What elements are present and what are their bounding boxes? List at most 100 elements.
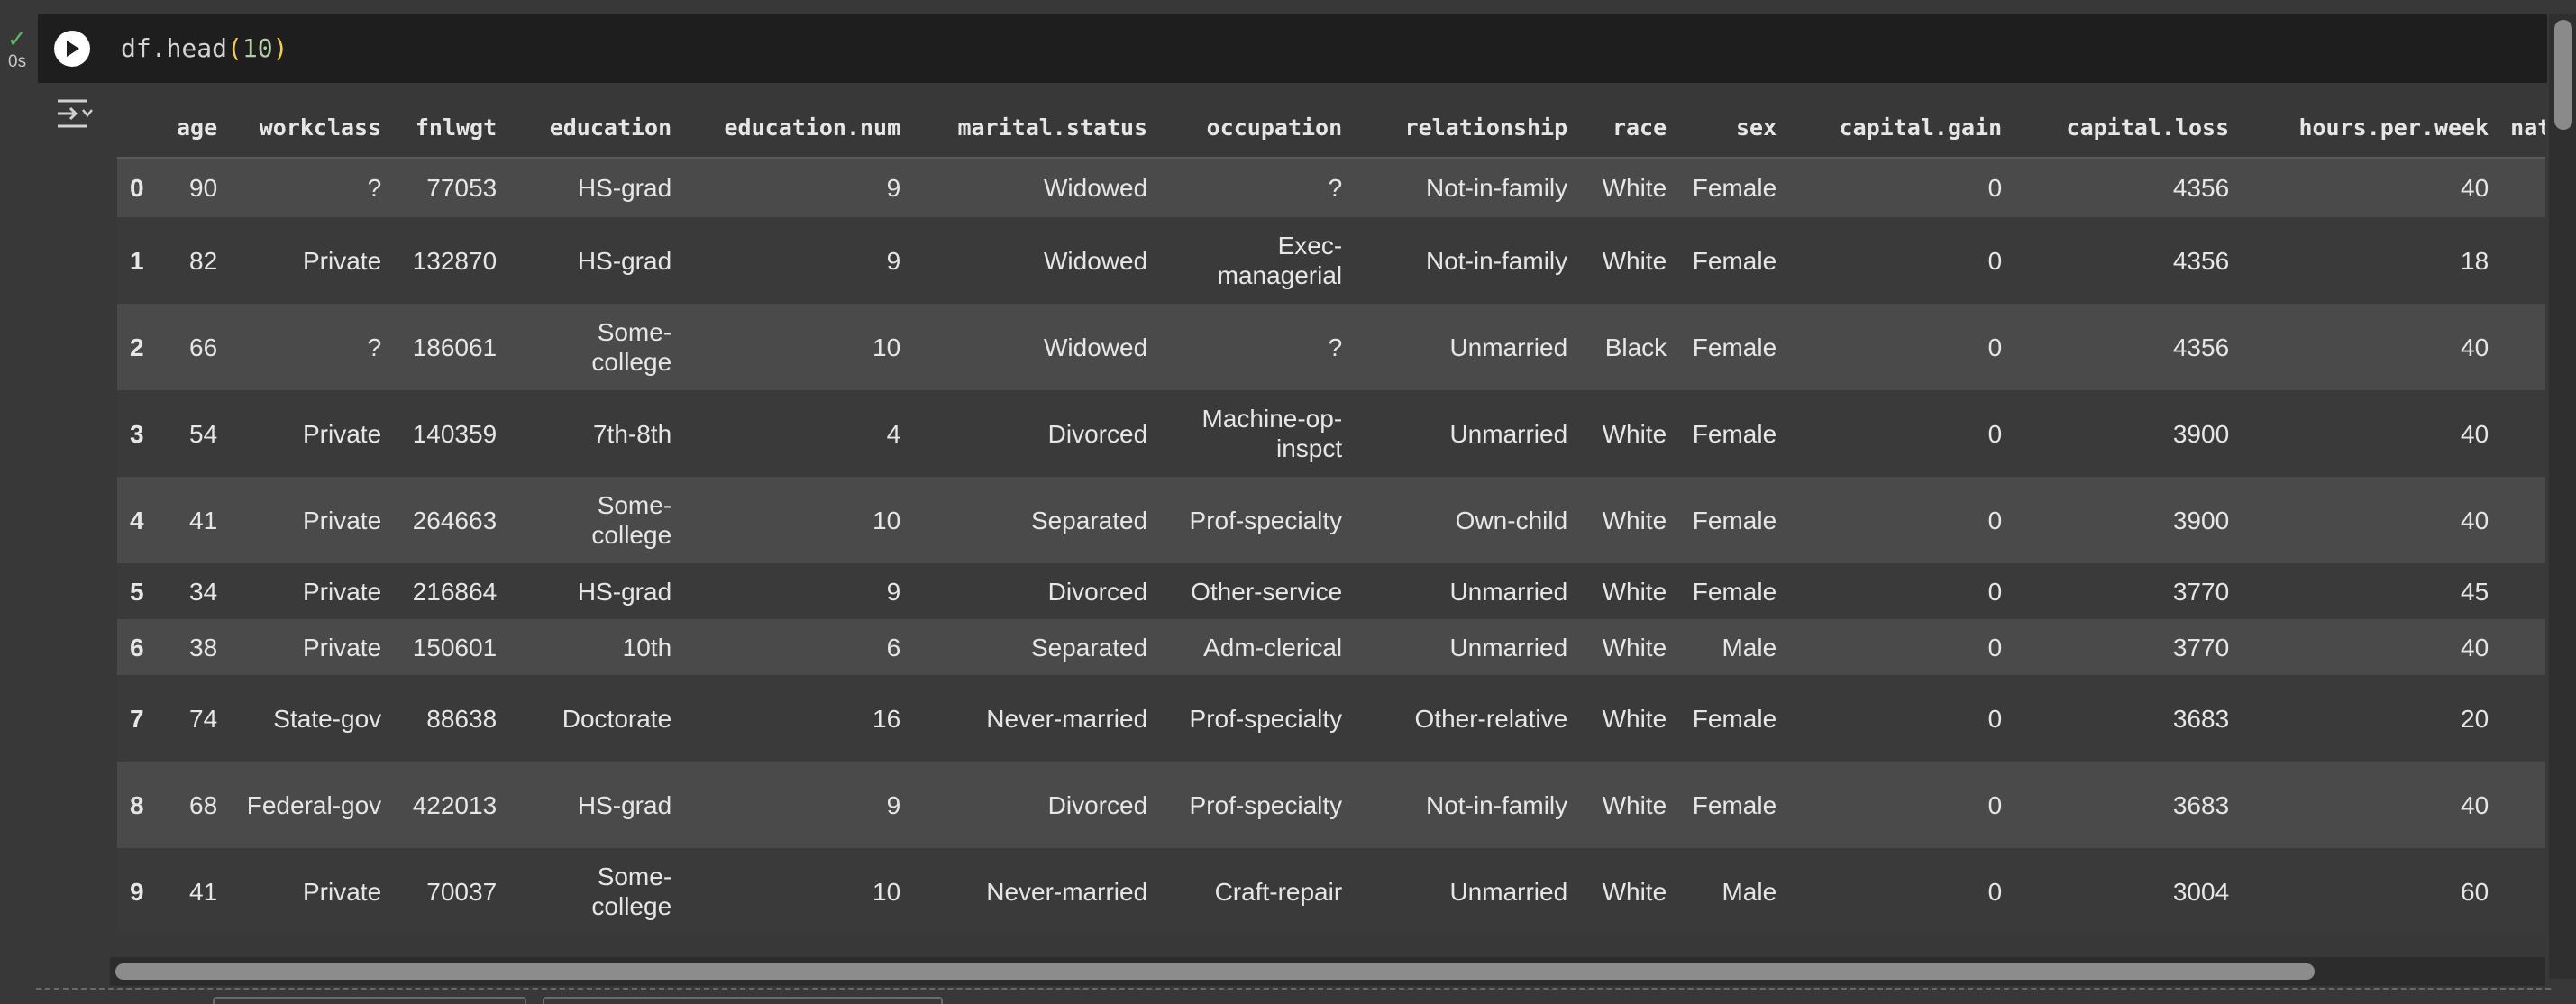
table-cell: 0 — [1787, 390, 2014, 477]
table-cell: 0 — [1787, 217, 2014, 304]
table-cell: 6 — [682, 619, 912, 675]
table-cell: 16 — [682, 675, 912, 762]
table-row: 7 74 State-gov 88638 Doctorate 16 Never-marrie… — [117, 675, 2545, 762]
table-cell: Other-service — [1158, 563, 1354, 619]
table-row: 5 34 Private 216864 HS-grad 9 Divorced Other-se… — [117, 563, 2545, 619]
table-cell: 4356 — [2013, 304, 2241, 390]
table-cell: 0 — [1787, 675, 2014, 762]
table-cell: Prof-specialty — [1158, 477, 1354, 563]
row-index: 1 — [117, 217, 166, 304]
column-header-native-count: native.count — [2499, 97, 2545, 159]
table-cell: Craft-repair — [1158, 848, 1354, 935]
code-editor[interactable]: df.head(10) — [121, 32, 288, 65]
table-cell: Some-college — [507, 477, 683, 563]
table-cell: ? — [228, 304, 393, 390]
table-cell: Some-college — [507, 848, 683, 935]
run-cell-button[interactable] — [54, 31, 90, 67]
row-index: 0 — [117, 158, 166, 217]
table-cell: Other-relative — [1353, 675, 1579, 762]
vertical-scrollbar-track[interactable] — [2549, 14, 2576, 979]
table-cell: Female — [1677, 304, 1788, 390]
horizontal-scrollbar-thumb[interactable] — [115, 963, 2315, 980]
table-cell: 34 — [166, 563, 229, 619]
table-cell: Not-in-family — [1353, 217, 1579, 304]
dataframe-table: age workclass fnlwgt education education.num… — [117, 97, 2545, 935]
table-cell: Widowed — [911, 158, 1159, 217]
table-cell: White — [1578, 563, 1678, 619]
table-row: 0 90? 77053 HS-grad 9 Widowed? Not-in-family Wh… — [117, 158, 2545, 217]
table-cell: Female — [1677, 390, 1788, 477]
table-cell: Female — [1677, 477, 1788, 563]
table-row: 9 41 Private 70037 Some-college 10 Never-marri… — [117, 848, 2545, 935]
table-cell: 3004 — [2013, 848, 2241, 935]
table-cell: 3900 — [2013, 390, 2241, 477]
table-cell: 10 — [682, 477, 912, 563]
table-cell: 3683 — [2013, 762, 2241, 848]
table-cell: State-gov — [228, 675, 393, 762]
play-icon — [67, 41, 79, 57]
table-cell: Machine-op-inspct — [1158, 390, 1354, 477]
table-cell: Unmarried — [1353, 304, 1579, 390]
table-cell: United-Sta — [2499, 158, 2545, 217]
table-cell: 54 — [166, 390, 229, 477]
code-cell[interactable]: df.head(10) — [38, 14, 2547, 83]
table-cell: Widowed — [911, 217, 1159, 304]
table-cell: 77053 — [392, 158, 508, 217]
table-row: 6 38 Private 150601 10th 6 Separated Adm-cleric… — [117, 619, 2545, 675]
table-cell: Some-college — [507, 304, 683, 390]
bottom-tab-right[interactable] — [543, 997, 943, 1004]
table-cell: United-Sta — [2499, 762, 2545, 848]
row-index: 6 — [117, 619, 166, 675]
table-cell: Private — [228, 619, 393, 675]
table-cell: White — [1578, 762, 1678, 848]
table-cell: ? — [1158, 158, 1354, 217]
execution-time: 0s — [8, 52, 27, 71]
table-row: 4 41 Private 264663 Some-college 10 Separated P… — [117, 477, 2545, 563]
cell-divider — [36, 988, 2551, 990]
table-cell: White — [1578, 675, 1678, 762]
row-index: 3 — [117, 390, 166, 477]
table-cell: 4356 — [2013, 158, 2241, 217]
table-cell: 0 — [1787, 619, 2014, 675]
header-row: age workclass fnlwgt education education.num… — [117, 97, 2545, 159]
table-cell: Female — [1677, 563, 1788, 619]
table-cell: Doctorate — [507, 675, 683, 762]
table-cell: 0 — [1787, 304, 2014, 390]
table-cell: HS-grad — [507, 563, 683, 619]
table-cell: 140359 — [392, 390, 508, 477]
code-function: df.head — [121, 33, 228, 63]
table-cell: 3770 — [2013, 563, 2241, 619]
table-cell: 10 — [682, 304, 912, 390]
table-cell: HS-grad — [507, 762, 683, 848]
row-index: 2 — [117, 304, 166, 390]
code-argument: 10 — [242, 33, 273, 63]
check-icon: ✓ — [7, 25, 27, 52]
table-cell: 0 — [1787, 762, 2014, 848]
table-cell: 132870 — [392, 217, 508, 304]
column-header-sex: sex — [1677, 97, 1788, 159]
table-cell: United-Sta — [2499, 563, 2545, 619]
notebook-cell-region: ✓ 0s df.head(10) age workclass fnlwgt educa… — [0, 0, 2576, 1004]
bottom-tab-left[interactable] — [213, 997, 526, 1004]
column-header-relationship: relationship — [1353, 97, 1579, 159]
table-cell: 82 — [166, 217, 229, 304]
table-cell: HS-grad — [507, 217, 683, 304]
table-cell: 0 — [1787, 848, 2014, 935]
table-cell: ? — [1158, 304, 1354, 390]
table-cell: Private — [228, 848, 393, 935]
table-cell: United-Sta — [2499, 217, 2545, 304]
table-cell: 150601 — [392, 619, 508, 675]
table-cell: White — [1578, 477, 1678, 563]
table-cell: Black — [1578, 304, 1678, 390]
table-cell: 41 — [166, 477, 229, 563]
output-toggle-icon[interactable] — [56, 97, 94, 130]
table-cell: Female — [1677, 158, 1788, 217]
vertical-scrollbar-thumb[interactable] — [2554, 20, 2572, 130]
table-cell: Unmarried — [1353, 390, 1579, 477]
table-cell: Divorced — [911, 762, 1159, 848]
table-cell: HS-grad — [507, 158, 683, 217]
row-index: 8 — [117, 762, 166, 848]
table-cell: Divorced — [911, 390, 1159, 477]
table-cell: 90 — [166, 158, 229, 217]
table-cell: 9 — [682, 217, 912, 304]
